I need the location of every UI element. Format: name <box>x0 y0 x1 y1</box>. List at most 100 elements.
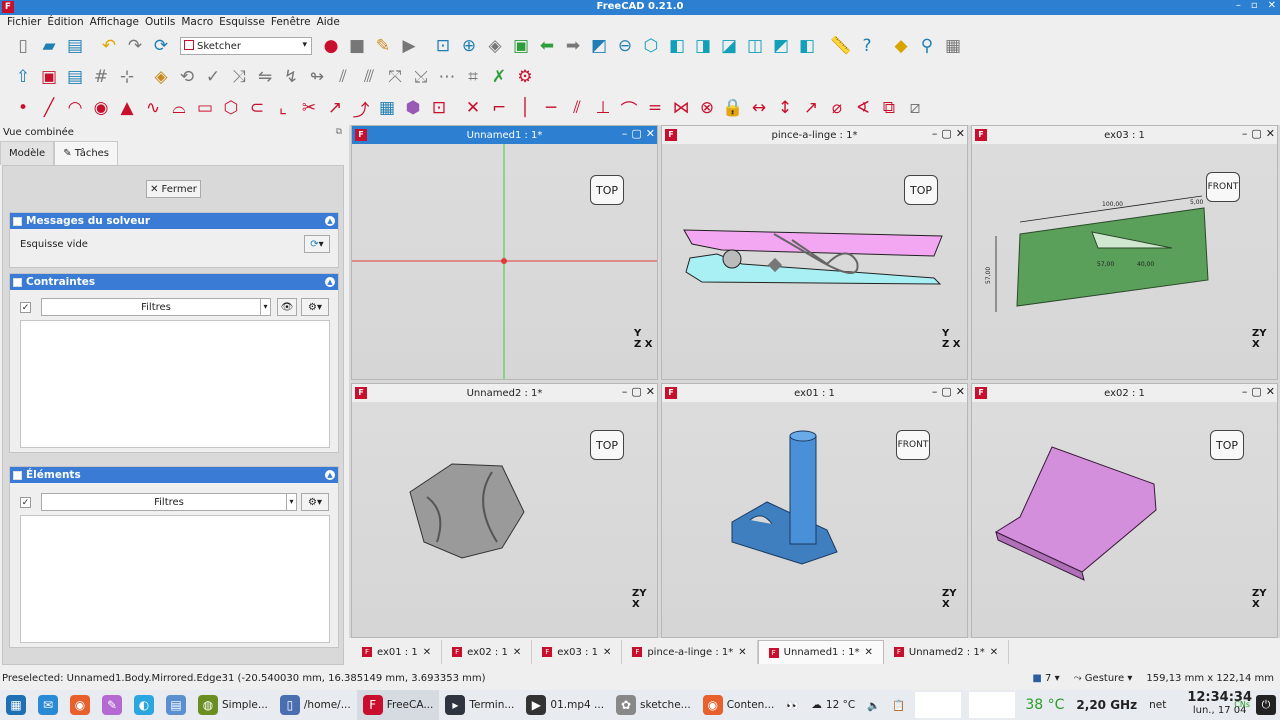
doc-tab[interactable]: Fex02 : 1 ✕ <box>442 640 533 664</box>
elements-filter-combo[interactable]: Filtres ▾ <box>41 493 297 511</box>
view-sketch-icon[interactable]: ▣ <box>36 64 62 90</box>
minimize-view-icon[interactable]: – <box>622 385 628 398</box>
split-icon[interactable]: ⤴ <box>348 95 374 121</box>
taskbar-task[interactable]: ◉ Conten... <box>697 690 781 720</box>
maximize-view-icon[interactable]: ▢ <box>941 385 951 398</box>
close-tab-icon[interactable]: ✕ <box>513 647 521 658</box>
tray-item[interactable]: 📋 <box>886 690 911 720</box>
edit-macro-icon[interactable]: ✎ <box>370 33 396 59</box>
snap-icon[interactable]: ⊹ <box>114 64 140 90</box>
panel-float-icon[interactable]: ⧉ <box>336 127 342 137</box>
stop-macro-icon[interactable]: ■ <box>344 33 370 59</box>
workspace-preview[interactable] <box>969 692 1016 718</box>
fit-selection-icon[interactable]: ⊕ <box>456 33 482 59</box>
trim-icon[interactable]: ✂ <box>296 95 322 121</box>
equal-constraint-icon[interactable]: = <box>642 95 668 121</box>
navigation-cube[interactable]: FRONT <box>1200 166 1246 212</box>
taskbar-launcher[interactable]: ✉ <box>32 690 64 720</box>
workbench-selector[interactable]: Sketcher <box>180 37 312 55</box>
minimize-view-icon[interactable]: – <box>932 385 938 398</box>
collapse-icon[interactable]: ▲ <box>325 277 335 287</box>
close-view-icon[interactable]: ✕ <box>1266 385 1275 398</box>
maximize-view-icon[interactable]: ▢ <box>941 127 951 140</box>
merge-sketches-icon[interactable]: ⤨ <box>226 64 252 90</box>
slot-icon[interactable]: ⊂ <box>244 95 270 121</box>
elements-filter-checkbox[interactable]: ✓ <box>20 496 31 508</box>
bottom-view-icon[interactable]: ◩ <box>768 33 794 59</box>
doc-tab[interactable]: Fpince-a-linge : 1* ✕ <box>622 640 758 664</box>
group-icon[interactable]: ⚲ <box>914 33 940 59</box>
taskbar-launcher[interactable]: ▦ <box>0 690 32 720</box>
close-tab-icon[interactable]: ✕ <box>865 647 873 658</box>
navcube-face[interactable]: TOP <box>590 430 624 460</box>
taskbar-task[interactable]: ✿ sketche... <box>610 690 697 720</box>
menu-edition[interactable]: Édition <box>44 15 86 31</box>
point-on-object-icon[interactable]: ⌐ <box>486 95 512 121</box>
mirror-sketch-icon[interactable]: ⇋ <box>252 64 278 90</box>
close-view-icon[interactable]: ✕ <box>956 127 965 140</box>
navigation-cube[interactable]: TOP <box>1204 424 1250 470</box>
map-sketch-icon[interactable]: ◈ <box>148 64 174 90</box>
view-canvas[interactable]: TOP YZ X <box>662 144 967 379</box>
view-ex01[interactable]: Fex01 : 1 – ▢ ✕ FRONT ZY X <box>661 383 968 638</box>
select-elements-icon[interactable]: ⋯ <box>434 64 460 90</box>
rectangle-icon[interactable]: ▭ <box>192 95 218 121</box>
taskbar-launcher[interactable]: ◉ <box>64 690 96 720</box>
refresh-icon[interactable]: ⟳ <box>148 33 174 59</box>
maximize-view-icon[interactable]: ▢ <box>631 127 641 140</box>
navigation-cube[interactable]: FRONT <box>890 424 936 470</box>
vertical-distance-icon[interactable]: ↕ <box>772 95 798 121</box>
left-view-icon[interactable]: ◧ <box>794 33 820 59</box>
reorient-sketch-icon[interactable]: ⟲ <box>174 64 200 90</box>
navcube-face[interactable]: TOP <box>590 175 624 205</box>
menu-affichage[interactable]: Affichage <box>87 15 142 31</box>
navcube-face[interactable]: TOP <box>904 175 938 205</box>
view-canvas[interactable]: TOP YZ X <box>352 144 657 379</box>
minimize-view-icon[interactable]: – <box>932 127 938 140</box>
close-tab-icon[interactable]: ✕ <box>423 647 431 658</box>
menu-fichier[interactable]: Fichier <box>4 15 44 31</box>
tray-item[interactable]: 👀 <box>780 690 805 720</box>
maximize-button[interactable]: ▫ <box>1251 0 1258 11</box>
menu-macro[interactable]: Macro <box>178 15 216 31</box>
taskbar-launcher[interactable]: ◐ <box>128 690 160 720</box>
bspline-icon[interactable]: ∿ <box>140 95 166 121</box>
taskbar-task[interactable]: ▯/home/... <box>274 690 357 720</box>
select-redundant-icon[interactable]: ⤧ <box>382 64 408 90</box>
record-macro-icon[interactable]: ● <box>318 33 344 59</box>
view-canvas[interactable]: 100,00 5,00 57,00 40,00 57,00 FRONT ZY X <box>972 144 1277 379</box>
minimize-button[interactable]: – <box>1236 0 1241 11</box>
collapse-icon[interactable]: ▲ <box>325 216 335 226</box>
doc-tab[interactable]: F Unnamed2 : 1* ✕ <box>884 640 1010 664</box>
radius-constraint-icon[interactable]: ⌀ <box>824 95 850 121</box>
save-icon[interactable]: ▤ <box>62 33 88 59</box>
horizontal-distance-icon[interactable]: ↔ <box>746 95 772 121</box>
menu-esquisse[interactable]: Esquisse <box>216 15 268 31</box>
constraints-filter-checkbox[interactable]: ✓ <box>20 301 31 313</box>
top-view-icon[interactable]: ◨ <box>690 33 716 59</box>
close-view-icon[interactable]: ✕ <box>956 385 965 398</box>
navcube-face[interactable]: FRONT <box>896 430 930 460</box>
view-canvas[interactable]: FRONT ZY X <box>662 402 967 637</box>
select-origin-icon[interactable]: ↬ <box>304 64 330 90</box>
fillet-icon[interactable]: ⌞ <box>270 95 296 121</box>
validate-sketch-icon[interactable]: ✓ <box>200 64 226 90</box>
circle-icon[interactable]: ◉ <box>88 95 114 121</box>
toggle-driving-icon[interactable]: ⧉ <box>876 95 902 121</box>
visibility-button[interactable]: 👁 <box>277 298 297 316</box>
doc-tab-active[interactable]: F Unnamed1 : 1* ✕ <box>757 640 884 664</box>
construction-mode-icon[interactable]: ⊡ <box>426 95 452 121</box>
horizontal-constraint-icon[interactable]: ─ <box>538 95 564 121</box>
constraints-list[interactable] <box>20 320 330 448</box>
extend-icon[interactable]: ↗ <box>322 95 348 121</box>
constraints-filter-combo[interactable]: Filtres ▾ <box>41 298 271 316</box>
tray-item[interactable]: 🔈 <box>861 690 886 720</box>
taskbar-task[interactable]: ▶ 01.mp4 ... <box>520 690 610 720</box>
grid-icon[interactable]: ▦ <box>940 33 966 59</box>
taskbar-task-active[interactable]: F FreeCA... <box>356 690 440 720</box>
grid-toggle-icon[interactable]: # <box>88 64 114 90</box>
perpendicular-constraint-icon[interactable]: ⊥ <box>590 95 616 121</box>
notification-count[interactable]: ■ 7 ▾ <box>1032 673 1059 684</box>
coincident-constraint-icon[interactable]: ✕ <box>460 95 486 121</box>
menu-outils[interactable]: Outils <box>142 15 178 31</box>
